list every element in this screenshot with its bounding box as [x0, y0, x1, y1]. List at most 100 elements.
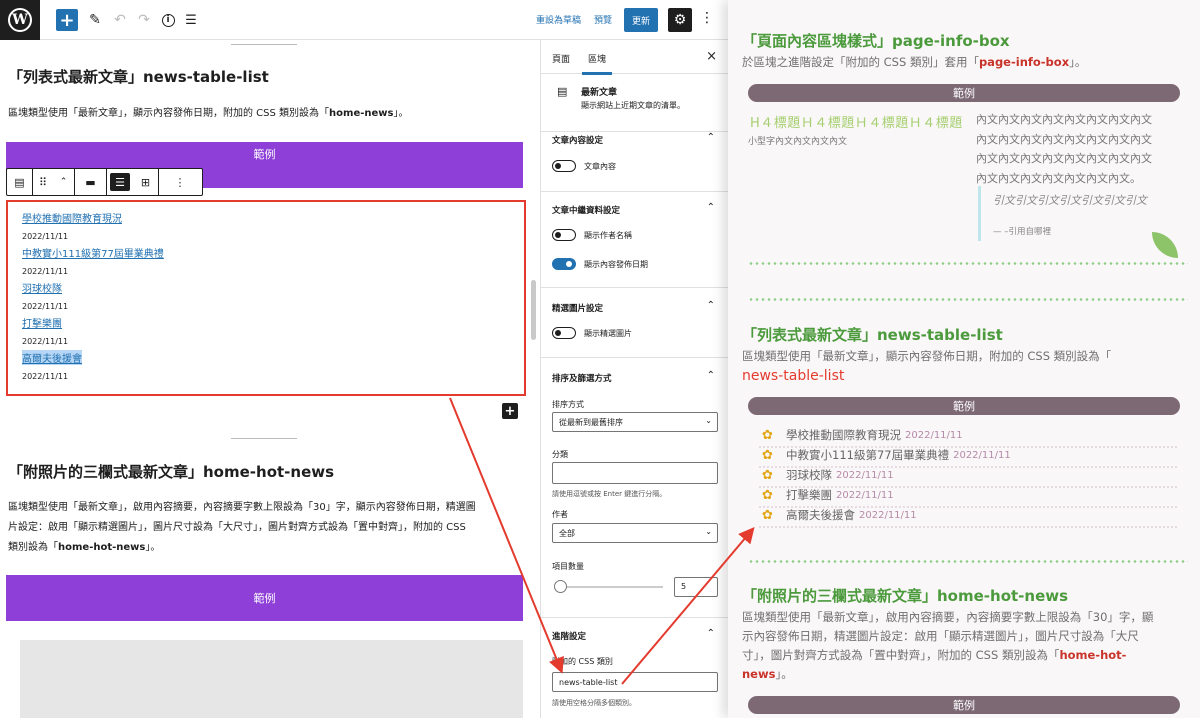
desc-suffix: 」。 [775, 667, 793, 681]
post-link[interactable]: 打擊樂團 [22, 315, 68, 330]
date-toggle[interactable] [552, 258, 576, 270]
tab-page[interactable]: 頁面 [552, 52, 570, 65]
post-link[interactable]: 學校推動國際教育現況 [22, 210, 122, 225]
separator [231, 438, 297, 439]
desc-class: home-hot-news [58, 542, 146, 553]
list-item[interactable]: ✿ 學校推動國際教育現況 2022/11/11 [762, 427, 963, 443]
section1-description[interactable]: 區塊類型使用「最新文章」，顯示內容發佈日期，附加的 CSS 類別設為「home-… [8, 104, 518, 123]
tab-block[interactable]: 區塊 [581, 52, 613, 75]
section2-heading[interactable]: 「附照片的三欄式最新文章」home-hot-news [8, 461, 334, 482]
pen-tools-icon[interactable]: ✎ [88, 9, 102, 31]
switch-to-draft-button[interactable]: 重設為草稿 [536, 13, 581, 26]
chevron-up-icon[interactable]: ⌃ [707, 370, 715, 381]
order-value: 從最新到最舊排序 [559, 418, 623, 427]
desc-suffix: 」。 [145, 542, 161, 553]
section2-example-banner[interactable]: 範例 [6, 575, 523, 621]
drag-handle-icon[interactable]: ⠿ [33, 169, 53, 195]
list-item: 高爾夫後援會 2022/11/11 [22, 350, 82, 381]
selected-latest-posts-block[interactable]: 學校推動國際教育現況 2022/11/11 中教實小111級第77屆畢業典禮 2… [6, 200, 526, 396]
featured-image-toggle[interactable] [552, 327, 576, 339]
add-block-button[interactable]: + [56, 9, 78, 31]
css-class-help: 請使用空格分隔多個類別。 [552, 699, 636, 707]
list-view-icon[interactable]: ☰ [184, 9, 198, 31]
list-view-layout-icon[interactable]: ☰ [107, 169, 133, 195]
wordpress-logo-button[interactable]: W [0, 0, 40, 40]
count-number-input[interactable]: 5 [674, 577, 718, 597]
preview-button[interactable]: 預覽 [594, 13, 612, 26]
author-toggle[interactable] [552, 229, 576, 241]
count-slider-handle[interactable] [554, 580, 567, 593]
list-item[interactable]: ✿ 高爾夫後援會 2022/11/11 [762, 507, 917, 523]
section1-heading[interactable]: 「列表式最新文章」news-table-list [8, 66, 269, 87]
settings-gear-icon[interactable]: ⚙ [668, 8, 692, 32]
desc-class: page-info-box [978, 55, 1070, 69]
details-button[interactable]: i [160, 9, 176, 31]
block-type-icon[interactable]: ▤ [7, 169, 33, 195]
desc-line: 區塊類型使用「最新文章」，啟用內容摘要，內容摘要字數上限設為「30」字，顯示內容… [8, 502, 476, 513]
list-item[interactable]: ✿ 打擊樂團 2022/11/11 [762, 487, 894, 503]
sample-body-text: 內文內文內文內文內文內文內文內文 內文內文內文內文內文內文內文內文 內文內文內文… [976, 110, 1176, 188]
panel-title[interactable]: 文章中繼資料設定 [552, 204, 620, 216]
inline-add-block-button[interactable]: + [502, 403, 518, 419]
options-more-icon[interactable]: ⋮ [700, 10, 714, 26]
desc-suffix: 」。 [393, 108, 409, 119]
flower-bullet-icon: ✿ [762, 507, 773, 523]
block-card: ▤ 最新文章 顯示網站上近期文章的清單。 [541, 74, 728, 132]
redo-icon[interactable]: ↷ [137, 9, 151, 31]
info-box-example-bar: 範例 [748, 84, 1180, 102]
post-title: 中教實小111級第77屆畢業典禮 [786, 448, 950, 462]
grid-view-layout-icon[interactable]: ⊞ [133, 169, 159, 195]
order-select[interactable]: 從最新到最舊排序 ⌄ [552, 412, 718, 432]
panel-title[interactable]: 精選圖片設定 [552, 302, 603, 314]
move-up-down-icon[interactable]: ⌃ [53, 169, 75, 195]
dotted-divider [748, 298, 1188, 301]
post-title: 打擊樂團 [786, 488, 832, 502]
frontend-preview: 「頁面內容區塊樣式」page-info-box 於區塊之進階設定「附加的 CSS… [728, 0, 1200, 718]
section2-description[interactable]: 區塊類型使用「最新文章」，啟用內容摘要，內容摘要字數上限設為「30」字，顯示內容… [8, 498, 518, 558]
list-item[interactable]: ✿ 中教實小111級第77屆畢業典禮 2022/11/11 [762, 447, 1011, 463]
screen: W + ✎ ↶ ↷ i ☰ 重設為草稿 預覽 更新 ⚙ ⋮ 「列表式最新文章」n… [0, 0, 1200, 718]
body-line: 內文內文內文內文內文內文內文內文 [976, 152, 1152, 165]
author-select[interactable]: 全部 ⌄ [552, 523, 718, 543]
sample-h4: H４標題Ｈ４標題Ｈ４標題Ｈ４標題 [750, 116, 963, 131]
chevron-up-icon[interactable]: ⌃ [707, 300, 715, 311]
example-label: 範例 [253, 592, 276, 605]
panel-featured-image: 精選圖片設定 ⌃ 顯示精選圖片 [541, 288, 728, 358]
panel-title[interactable]: 排序及篩選方式 [552, 372, 612, 384]
panel-title[interactable]: 文章內容設定 [552, 134, 603, 146]
chevron-up-icon[interactable]: ⌃ [707, 132, 715, 143]
flower-bullet-icon: ✿ [762, 467, 773, 483]
count-slider-track[interactable] [558, 586, 663, 588]
panel-title[interactable]: 進階設定 [552, 630, 586, 642]
post-date: 2022/11/11 [905, 429, 963, 441]
featured-image-placeholder [20, 640, 523, 718]
order-label: 排序方式 [552, 400, 584, 409]
post-content-toggle[interactable] [552, 160, 576, 172]
align-icon[interactable]: ▬ [75, 169, 107, 195]
list-item: 學校推動國際教育現況 2022/11/11 [22, 210, 122, 241]
post-date: 2022/11/11 [836, 489, 894, 501]
editor-top-toolbar: W + ✎ ↶ ↷ i ☰ 重設為草稿 預覽 更新 ⚙ ⋮ [0, 0, 728, 40]
update-button[interactable]: 更新 [624, 8, 658, 32]
post-date: 2022/11/11 [859, 509, 917, 521]
list-item[interactable]: ✿ 羽球校隊 2022/11/11 [762, 467, 894, 483]
undo-icon[interactable]: ↶ [113, 9, 127, 31]
news-list-heading: 「列表式最新文章」news-table-list [742, 326, 1003, 344]
post-title: 羽球校隊 [786, 468, 832, 482]
desc-line: 區塊類型使用「最新文章」，啟用內容摘要，內容摘要字數上限設為「30」字，顯 [742, 610, 1154, 624]
list-item: 打擊樂團 2022/11/11 [22, 315, 68, 346]
close-icon[interactable]: × [706, 49, 717, 64]
post-date: 2022/11/11 [22, 372, 69, 381]
post-link[interactable]: 中教實小111級第77屆畢業典禮 [22, 245, 164, 260]
block-toolbar: ▤ ⠿ ⌃ ▬ ☰ ⊞ ⋮ [6, 168, 203, 196]
post-link[interactable]: 高爾夫後援會 [22, 350, 82, 365]
chevron-up-icon[interactable]: ⌃ [707, 202, 715, 213]
info-icon: i [161, 13, 175, 27]
block-options-icon[interactable]: ⋮ [159, 169, 201, 195]
css-class-input[interactable] [552, 672, 718, 692]
post-link[interactable]: 羽球校隊 [22, 280, 68, 295]
category-input[interactable] [552, 462, 718, 484]
canvas-scrollbar[interactable] [531, 280, 536, 340]
chevron-up-icon[interactable]: ⌃ [707, 628, 715, 639]
post-date: 2022/11/11 [953, 449, 1011, 461]
